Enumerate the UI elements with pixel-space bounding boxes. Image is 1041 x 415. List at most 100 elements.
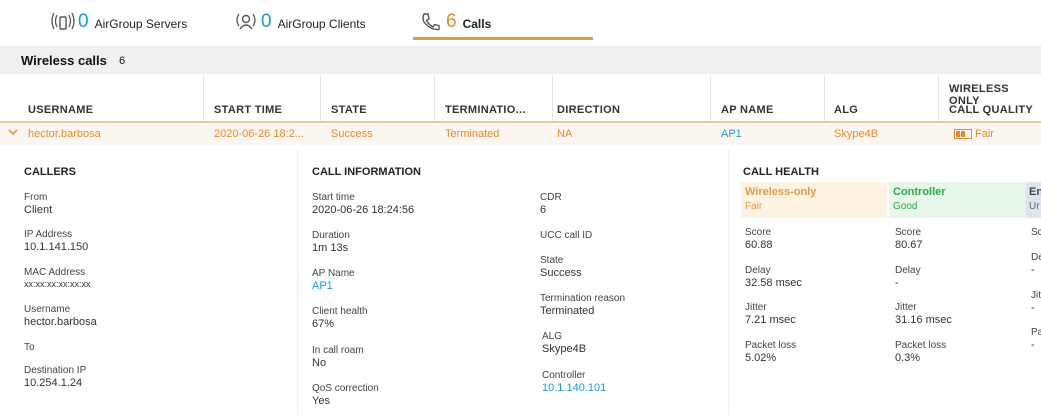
third-health-title: En [1029,186,1041,198]
third-packet-loss: - [1031,339,1035,351]
controller-header: Controller Good [889,182,1026,218]
callers-title: CALLERS [24,166,76,178]
tab-count: 6 [446,11,457,32]
third-health-header: En Ur [1026,182,1041,218]
tab-count: 0 [78,11,89,32]
cell-start-time: 2020-06-26 18:2... [214,128,304,140]
ap-name-label: AP Name [312,268,355,279]
wireless-jitter: 7.21 msec [745,314,796,326]
qos-value: Yes [312,395,330,407]
qos-label: QoS correction [312,383,379,394]
column-header-direction[interactable]: DIRECTION [557,104,620,116]
wireless-score: 60.88 [745,239,773,251]
username-label: Username [24,304,71,315]
to-label: To [24,342,35,353]
airgroup-clients-icon [233,10,259,34]
section-title: Wireless calls [21,53,107,68]
start-time-value: 2020-06-26 18:24:56 [312,204,415,216]
controller-packet-loss-label: Packet loss [895,340,947,351]
column-divider[interactable] [434,76,435,124]
wireless-score-label: Score [745,227,772,238]
controller-label: Controller [542,370,586,381]
tab-label: Calls [462,17,492,31]
column-header-username[interactable]: USERNAME [28,104,93,116]
cell-termination: Terminated [445,128,500,140]
tab-label: AirGroup Servers [94,17,188,31]
column-header-start-time[interactable]: START TIME [214,104,282,116]
controller-jitter-label: Jitter [895,302,917,313]
top-tabs: 0 AirGroup Servers 0 AirGroup Clients 6 … [0,0,1041,46]
mac-label: MAC Address [24,267,86,278]
cdr-value: 6 [540,204,547,216]
third-jitter-label: Jit [1031,290,1041,301]
column-header-alg[interactable]: ALG [834,104,858,116]
active-tab-indicator [413,37,593,40]
ip-value: 10.1.141.150 [24,241,89,253]
third-delay-label: De [1031,252,1041,263]
panel-divider [297,150,298,415]
termination-reason-value: Terminated [540,305,595,317]
controller-status: Good [893,201,918,212]
in-call-roam-value: No [312,357,327,369]
third-health-status: Ur [1029,201,1040,212]
third-jitter: - [1031,302,1035,314]
mac-value: xx:xx:xx:xx:xx:xx [24,279,91,289]
column-divider[interactable] [552,76,553,124]
column-header-ap-name[interactable]: AP NAME [721,104,774,116]
ap-name-link[interactable]: AP1 [312,280,333,292]
column-divider[interactable] [938,76,939,124]
tab-calls[interactable]: 6 Calls [418,6,491,38]
dest-ip-label: Destination IP [24,365,87,376]
column-divider[interactable] [203,76,204,124]
in-call-roam-label: In call roam [312,345,364,356]
controller-score: 80.67 [895,239,923,251]
wireless-delay: 32.58 msec [745,277,802,289]
controller-score-label: Score [895,227,922,238]
tab-label: AirGroup Clients [277,17,366,31]
column-divider[interactable] [320,76,321,124]
controller-title: Controller [893,186,946,198]
section-header [0,46,1041,74]
wireless-jitter-label: Jitter [745,302,767,313]
wireless-delay-label: Delay [745,265,771,276]
tab-airgroup-servers[interactable]: 0 AirGroup Servers [50,6,187,38]
from-label: From [24,192,48,203]
column-header-call-quality[interactable]: CALL QUALITY [949,104,1033,116]
tab-count: 0 [261,11,272,32]
dest-ip-value: 10.254.1.24 [24,377,83,389]
cell-alg: Skype4B [834,128,879,140]
controller-delay: - [895,277,899,289]
cell-ap-name[interactable]: AP1 [721,128,742,140]
third-packet-loss-label: Pa [1031,327,1041,338]
controller-packet-loss: 0.3% [895,352,921,364]
column-divider[interactable] [710,76,711,124]
controller-link[interactable]: 10.1.140.101 [542,382,606,394]
cell-direction: NA [557,128,573,140]
controller-delay-label: Delay [895,265,921,276]
column-header-termination[interactable]: TERMINATIO... [445,104,526,116]
panel-divider [728,150,729,415]
state-label: State [540,255,564,266]
duration-label: Duration [312,230,350,241]
column-header-state[interactable]: STATE [331,104,367,116]
airgroup-servers-icon [50,10,76,34]
controller-jitter: 31.16 msec [895,314,952,326]
alg-value: Skype4B [542,343,587,355]
wireless-packet-loss-label: Packet loss [745,340,797,351]
cell-call-quality: Fair [975,128,994,140]
tab-airgroup-clients[interactable]: 0 AirGroup Clients [233,6,366,38]
third-score-label: Sc [1031,227,1041,238]
table-row[interactable] [0,123,1041,145]
column-divider[interactable] [824,76,825,124]
termination-reason-label: Termination reason [540,293,626,304]
alg-label: ALG [542,331,563,342]
username-value: hector.barbosa [24,316,97,328]
phone-icon [418,10,444,34]
wireless-packet-loss: 5.02% [745,352,777,364]
ucc-call-id-label: UCC call ID [540,230,593,241]
client-health-label: Client health [312,306,368,317]
client-health-value: 67% [312,318,335,330]
from-value: Client [24,204,53,216]
chevron-down-icon[interactable] [8,127,18,140]
cdr-label: CDR [540,192,562,203]
